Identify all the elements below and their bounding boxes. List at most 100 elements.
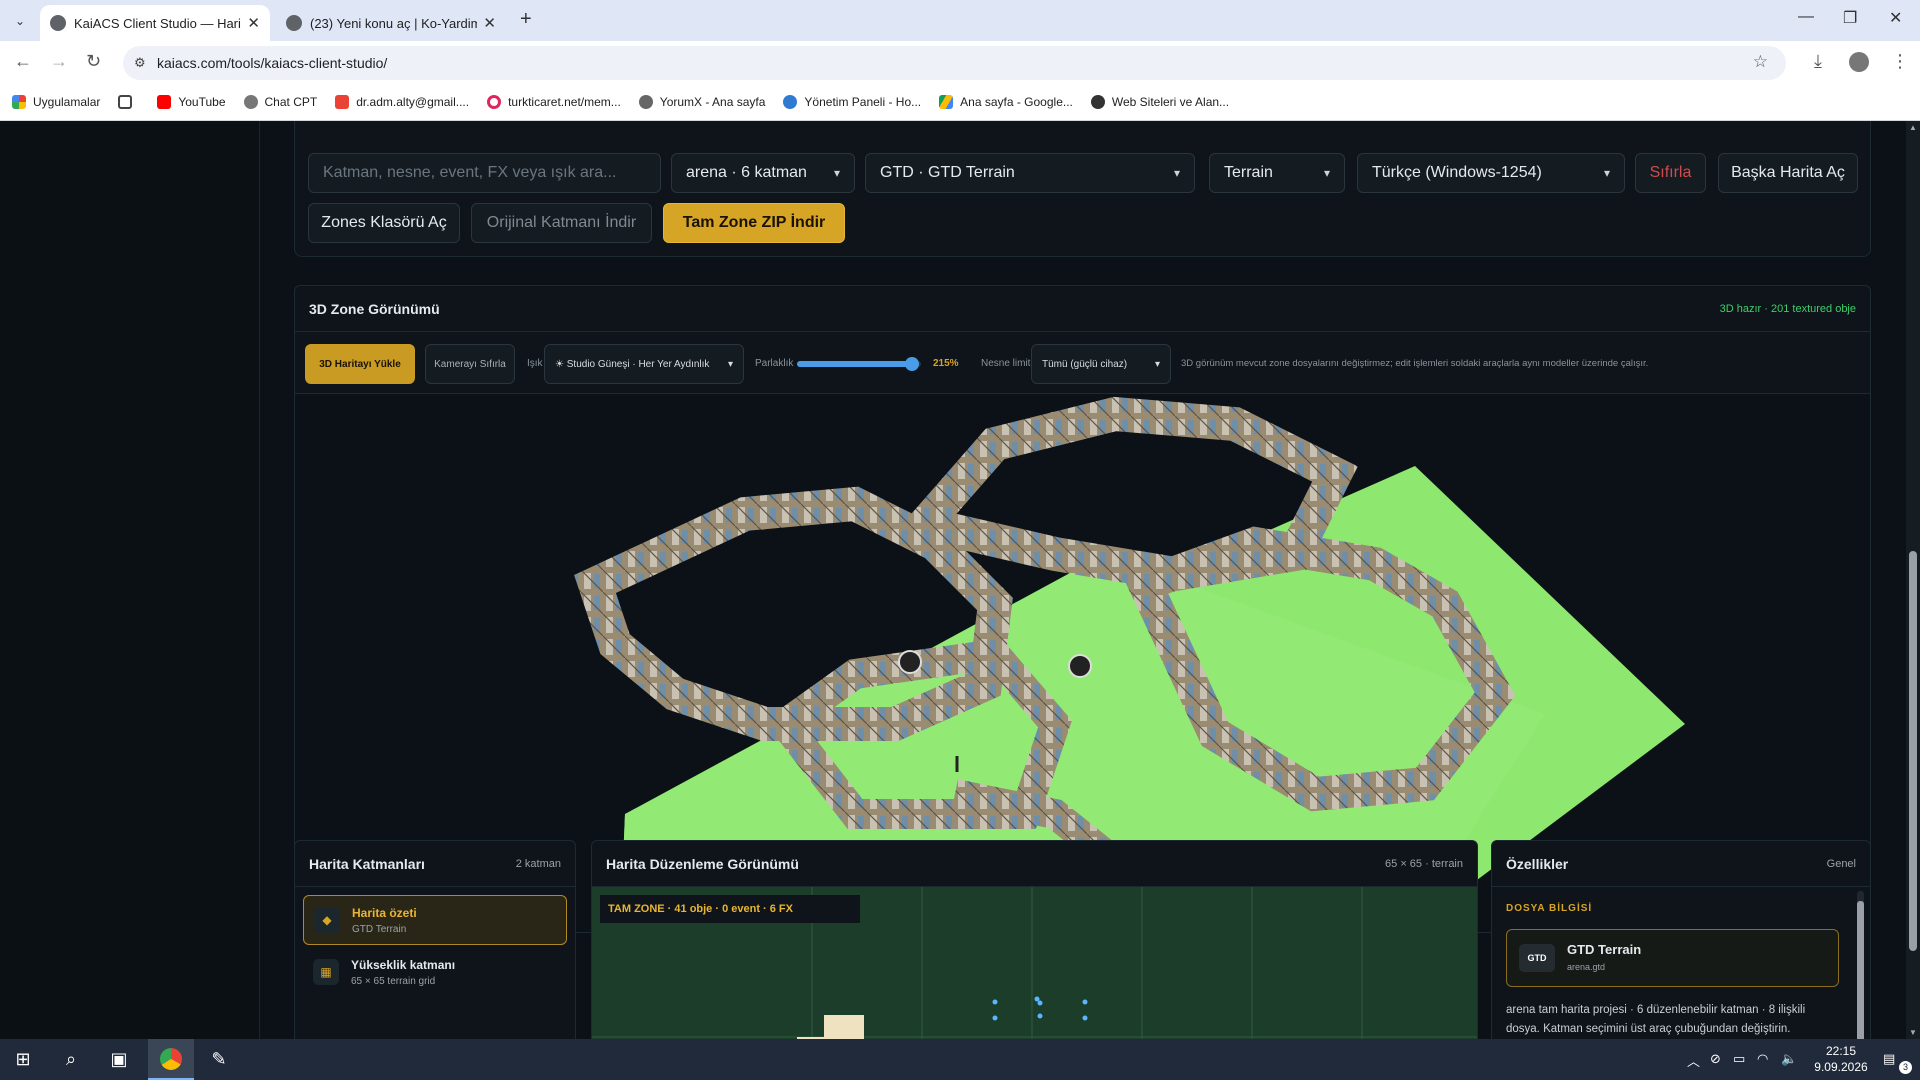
layer-name: Yükseklik katmanı bbox=[351, 957, 456, 972]
panel-title: Özellikler bbox=[1506, 855, 1569, 872]
volume-icon[interactable]: 🔈 bbox=[1781, 1051, 1797, 1067]
close-tab-icon[interactable]: ✕ bbox=[247, 14, 260, 32]
bookmark-youtube[interactable]: YouTube bbox=[157, 94, 226, 109]
scroll-down-icon[interactable]: ▼ bbox=[1909, 1028, 1917, 1037]
task-view-icon[interactable]: ▣ bbox=[96, 1039, 142, 1080]
wifi-icon[interactable]: ◠ bbox=[1757, 1051, 1768, 1067]
bookmark-gmail[interactable]: dr.adm.alty@gmail.... bbox=[335, 94, 469, 109]
restore-icon[interactable]: ❐ bbox=[1843, 8, 1857, 28]
download-zip-button[interactable]: Tam Zone ZIP İndir bbox=[663, 203, 845, 243]
bookmarks-bar: Uygulamalar YouTube Chat CPT dr.adm.alty… bbox=[0, 83, 1920, 121]
light-select[interactable]: ☀ Studio Güneşi · Her Yer Aydınlık ▾ bbox=[544, 344, 744, 384]
clock[interactable]: 22:15 9.09.2026 bbox=[1806, 1043, 1876, 1075]
layer-item-summary[interactable]: ◆ Harita özeti GTD Terrain bbox=[303, 895, 567, 945]
file-description: arena tam harita projesi · 6 düzenlenebi… bbox=[1506, 1004, 1806, 1035]
battery-icon[interactable]: ▭ bbox=[1733, 1051, 1745, 1067]
map-edit-panel: Harita Düzenleme Görünümü 65 × 65 · terr… bbox=[591, 840, 1478, 1039]
open-other-map-button[interactable]: Başka Harita Aç bbox=[1718, 153, 1858, 193]
file-sub: arena.gtd bbox=[1567, 962, 1606, 972]
search-input[interactable]: Katman, nesne, event, FX veya ışık ara..… bbox=[308, 153, 661, 193]
chevron-down-icon: ▾ bbox=[727, 358, 733, 370]
brightness-slider[interactable] bbox=[797, 357, 921, 371]
download-icon[interactable]: ⤓ bbox=[1814, 51, 1822, 72]
bookmark-tab-groups[interactable] bbox=[118, 94, 139, 109]
load-3d-button[interactable]: 3D Haritayı Yükle bbox=[305, 344, 415, 384]
grid-info: 65 × 65 · terrain bbox=[1385, 857, 1463, 870]
panel-title: Harita Katmanları bbox=[309, 855, 425, 872]
window-close-icon[interactable]: ✕ bbox=[1889, 8, 1902, 28]
map-edit-canvas[interactable]: TAM ZONE · 41 obje · 0 event · 6 FX bbox=[592, 887, 1477, 1039]
reset-button[interactable]: Sıfırla bbox=[1635, 153, 1706, 193]
grid-icon: ▦ bbox=[313, 959, 339, 985]
new-tab-button[interactable]: + bbox=[520, 8, 532, 31]
notifications-icon[interactable]: ▤ bbox=[1883, 1051, 1895, 1067]
scroll-up-icon[interactable]: ▲ bbox=[1909, 123, 1917, 132]
chevron-down-icon: ▾ bbox=[1603, 166, 1610, 180]
back-icon[interactable]: ← bbox=[14, 51, 32, 72]
zone-3d-panel: 3D Zone Görünümü 3D hazır · 201 textured… bbox=[294, 285, 1871, 933]
page-scrollbar[interactable]: ▲ ▼ bbox=[1906, 121, 1920, 1039]
layer-sub: 65 × 65 terrain grid bbox=[351, 975, 436, 987]
url-field[interactable]: ⚙ kaiacs.com/tools/kaiacs-client-studio/… bbox=[123, 46, 1786, 80]
chevron-down-icon: ▾ bbox=[1173, 166, 1180, 180]
section-heading: DOSYA BİLGİSİ bbox=[1506, 903, 1593, 914]
profile-avatar[interactable] bbox=[1849, 52, 1869, 72]
network-off-icon[interactable]: ⊘ bbox=[1710, 1051, 1721, 1067]
tab-ko-yardim[interactable]: (23) Yeni konu aç | Ko-Yardim - ✕ bbox=[276, 5, 506, 41]
start-icon[interactable]: ⊞ bbox=[0, 1039, 46, 1080]
bookmark-apps[interactable]: Uygulamalar bbox=[12, 94, 100, 109]
tab-title: KaiACS Client Studio — Harita S bbox=[74, 15, 241, 31]
zone-summary-overlay: TAM ZONE · 41 obje · 0 event · 6 FX bbox=[600, 895, 860, 923]
bookmark-google-drive[interactable]: Ana sayfa - Google... bbox=[939, 94, 1073, 109]
panel-title: 3D Zone Görünümü bbox=[309, 300, 440, 317]
file-card: GTD GTD Terrain arena.gtd bbox=[1506, 929, 1839, 987]
bookmark-star-icon[interactable]: ☆ bbox=[1753, 52, 1768, 72]
bookmark-chatgpt[interactable]: Chat CPT bbox=[243, 94, 317, 109]
panel-header: 3D Zone Görünümü 3D hazır · 201 textured… bbox=[295, 286, 1870, 332]
close-tab-icon[interactable]: ✕ bbox=[483, 14, 496, 32]
props-tab-general[interactable]: Genel bbox=[1827, 858, 1856, 870]
site-info-icon[interactable]: ⚙ bbox=[134, 55, 150, 71]
ring-icon bbox=[487, 94, 502, 109]
tray-chevron-icon[interactable]: ︿ bbox=[1687, 1051, 1700, 1070]
url-text: kaiacs.com/tools/kaiacs-client-studio/ bbox=[157, 55, 388, 71]
scroll-thumb[interactable] bbox=[1909, 551, 1917, 951]
bookmark-turkticaret[interactable]: turkticaret.net/mem... bbox=[487, 94, 621, 109]
object-limit-select[interactable]: Tümü (güçlü cihaz) ▾ bbox=[1031, 344, 1171, 384]
globe-icon bbox=[783, 94, 798, 109]
scroll-thumb[interactable] bbox=[1857, 901, 1864, 1039]
site-favicon-icon bbox=[286, 15, 302, 31]
view3d-note: 3D görünüm mevcut zone dosyalarını değiş… bbox=[1181, 358, 1649, 369]
globe-icon bbox=[638, 94, 653, 109]
layer-count: 2 katman bbox=[515, 857, 561, 870]
reset-camera-button[interactable]: Kamerayı Sıfırla bbox=[425, 344, 515, 384]
paint-taskbar-icon[interactable]: ✎ bbox=[196, 1039, 242, 1080]
reload-icon[interactable]: ↻ bbox=[86, 51, 101, 72]
zone-select[interactable]: arena · 6 katman ▾ bbox=[671, 153, 855, 193]
slider-handle[interactable] bbox=[905, 357, 920, 371]
chrome-taskbar-icon[interactable] bbox=[148, 1039, 194, 1080]
tab-kaiacs[interactable]: KaiACS Client Studio — Harita S ✕ bbox=[40, 5, 270, 41]
forward-icon[interactable]: → bbox=[50, 51, 68, 72]
file-select[interactable]: GTD · GTD Terrain ▾ bbox=[865, 153, 1195, 193]
encoding-select[interactable]: Türkçe (Windows-1254) ▾ bbox=[1357, 153, 1625, 193]
download-original-layer-button[interactable]: Orijinal Katmanı İndir bbox=[471, 203, 652, 243]
emblem-marker bbox=[1068, 654, 1092, 678]
bookmark-yorumx[interactable]: YorumX - Ana sayfa bbox=[638, 94, 765, 109]
menu-kebab-icon[interactable]: ⋮ bbox=[1891, 51, 1909, 72]
slider-fill bbox=[797, 361, 913, 367]
chevron-down-icon: ▾ bbox=[1323, 166, 1330, 180]
open-zones-folder-button[interactable]: Zones Klasörü Aç bbox=[308, 203, 460, 243]
bookmark-websites[interactable]: Web Siteleri ve Alan... bbox=[1090, 94, 1229, 109]
address-bar-row: ← → ↻ ⚙ kaiacs.com/tools/kaiacs-client-s… bbox=[0, 41, 1920, 83]
emblem-marker bbox=[898, 650, 922, 674]
panel-header: Özellikler Genel bbox=[1492, 841, 1870, 887]
light-label: Işık bbox=[527, 358, 543, 369]
tab-search-icon[interactable]: ⌄ bbox=[9, 10, 31, 32]
layer-item-height[interactable]: ▦ Yükseklik katmanı 65 × 65 terrain grid bbox=[303, 947, 567, 997]
search-icon[interactable]: ⌕ bbox=[48, 1039, 94, 1080]
bookmark-yonetim[interactable]: Yönetim Paneli - Ho... bbox=[783, 94, 921, 109]
props-scrollbar[interactable] bbox=[1857, 891, 1864, 1039]
minimize-icon[interactable]: — bbox=[1798, 8, 1814, 26]
type-select[interactable]: Terrain ▾ bbox=[1209, 153, 1345, 193]
